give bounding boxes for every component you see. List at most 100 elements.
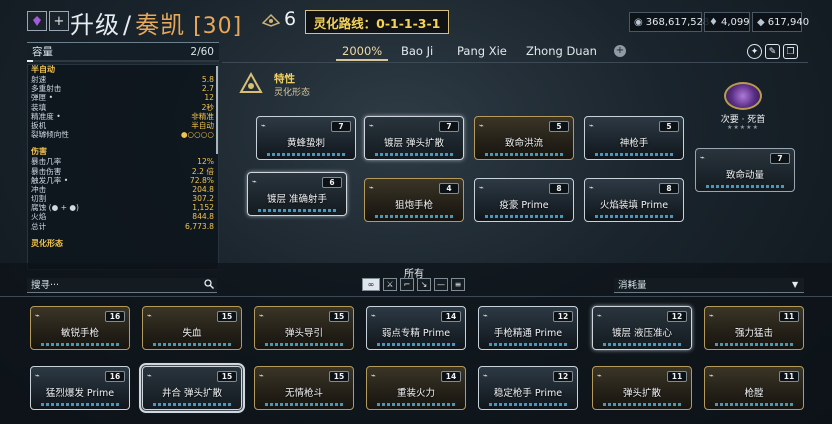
arcane-title: 特性 [274,73,295,85]
stat-label: 触发几率 • [31,175,69,185]
stat-value: 半自动 [191,120,214,130]
melee-filter-icon[interactable]: ⚔ [383,278,397,291]
mod-rank-dots [377,343,455,346]
mod-card[interactable]: ⌁ 15 井合 弹头扩散 [139,363,245,413]
mod-card[interactable]: ⌁ 4 狙炮手枪 [364,178,464,222]
tab-zhong-duan[interactable]: Zhong Duan [526,44,597,58]
polarity-icon: ⌁ [483,371,488,380]
mod-card[interactable]: ⌁ 8 疫豪 Prime [474,178,574,222]
stat-value: 12% [197,157,214,167]
stat-value: 72.8% [189,175,214,185]
stat-row: 裂罅倾向性 ●○○○○ [28,130,218,139]
search-icon[interactable] [204,279,214,292]
mod-card[interactable]: ⌁ 15 无情枪斗 [254,366,354,410]
capacity-bar-fill [27,60,34,62]
mod-name: 枪膛 [744,388,764,399]
polarity-icon: ⌁ [369,183,374,192]
stat-row: 腐蚀 (● + ●) 1,152 [28,203,218,212]
arcane-slot-icon[interactable] [236,70,266,100]
mod-card[interactable]: ⌁ 12 镀层 液压准心 [592,306,692,350]
polarity-icon: ⌁ [479,183,484,192]
edit-icon[interactable]: ✎ [765,44,780,59]
mod-rank-dots [595,215,673,218]
endo-value: 4,099 [720,16,750,28]
aura-slot-icon[interactable] [724,82,762,110]
mod-rank: 15 [217,311,237,322]
mod-rank: 16 [105,371,125,382]
collection-divider [0,296,832,297]
tab-bao-ji[interactable]: Bao Ji [401,44,433,58]
stat-value: 1,152 [192,203,214,213]
capacity-value: 2/60 [190,45,214,58]
mod-card[interactable]: ⌁ 11 强力猛击 [704,306,804,350]
mod-card[interactable]: ⌁ 15 失血 [142,306,242,350]
pistol-filter-icon[interactable]: ⌐ [400,278,414,291]
mod-card[interactable]: ⌁ 5 神枪手 [584,116,684,160]
tab-pang-xie[interactable]: Pang Xie [457,44,507,58]
mod-card[interactable]: ⌁ 7 黄蜂蛰刺 [256,116,356,160]
mod-card[interactable]: ⌁ 7 镀层 弹头扩散 [364,116,464,160]
polarity-icon: ⌁ [35,371,40,380]
mod-rank: 6 [322,177,342,188]
mod-search-input[interactable]: 搜寻··· [27,278,217,293]
mod-card[interactable]: ⌁ 7 致命动量 [695,148,795,192]
stats-scrollbar[interactable] [216,66,218,154]
mod-rank: 5 [659,121,679,132]
mod-name: 神枪手 [619,138,649,149]
stat-row: 触发几率 • 72.8% [28,176,218,185]
mod-rank: 15 [329,311,349,322]
stat-row: 暴击几率 12% [28,157,218,166]
mod-rank-dots [603,403,681,406]
stat-row: 多重射击 2.7 [28,84,218,93]
mod-rank-dots [375,215,453,218]
add-config-icon[interactable]: + [614,45,626,57]
stance-filter-icon[interactable]: ≡ [451,278,465,291]
mod-name: 敏锐手枪 [60,328,99,339]
mod-rank: 7 [439,121,459,132]
mod-rank: 15 [217,371,237,382]
mod-rank-dots [485,153,563,156]
mod-card[interactable]: ⌁ 14 重装火力 [366,366,466,410]
mod-card[interactable]: ⌁ 5 致命洪流 [474,116,574,160]
mod-rank: 8 [549,183,569,194]
mod-name: 火焰装填 Prime [599,200,669,211]
chevron-down-icon[interactable]: ▼ [792,280,798,289]
polarity-icon: ⌁ [147,311,152,320]
mod-card[interactable]: ⌁ 15 弹头导引 [254,306,354,350]
mod-name: 弹头扩散 [622,388,661,399]
arcane-helper-icon[interactable]: ✦ [747,44,762,59]
arcane-subtitle: 灵化形态 [274,88,311,98]
tab-2000[interactable]: 2000% [342,44,382,58]
mod-card[interactable]: ⌁ 11 枪膛 [704,366,804,410]
mod-card[interactable]: ⌁ 16 敏锐手枪 [30,306,130,350]
rifle-filter-icon[interactable]: ↘ [417,278,431,291]
mod-rank-dots [375,153,453,156]
stat-value: 844.8 [192,212,214,222]
polarity-icon: ⌁ [597,311,602,320]
copy-icon[interactable]: ❐ [783,44,798,59]
polarity-icon: ⌁ [252,177,257,186]
add-icon[interactable]: + [49,11,69,31]
mod-rank-dots [265,403,343,406]
mod-rank: 11 [779,311,799,322]
stat-label: 切割 [31,194,47,204]
mod-card[interactable]: ⌁ 12 手枪精通 Prime [478,306,578,350]
infinity-icon[interactable]: ∞ [362,278,380,291]
polarity-icon: ⌁ [597,371,602,380]
mod-card[interactable]: ⌁ 6 镀层 准确射手 [247,172,347,216]
stat-value: 2.7 [201,84,214,94]
mod-card[interactable]: ⌁ 14 弱点专精 Prime [366,306,466,350]
polarity-icon: ⌁ [369,121,374,130]
mod-card[interactable]: ⌁ 11 弹头扩散 [592,366,692,410]
stats-panel[interactable]: 半自动 射速 5.8 多重射击 2.7 弹匣 • 12 装填 2秒 精准度 • 非精准 扳机 半自动 裂罅… [27,64,219,270]
mod-card[interactable]: ⌁ 8 火焰装填 Prime [584,178,684,222]
stat-label: 装填 [31,102,47,112]
credits-display: ◉ 368,617,528 [629,12,709,32]
mod-card[interactable]: ⌁ 12 稳定枪手 Prime [478,366,578,410]
stats-section-title: 伤害 [31,147,47,157]
sort-select[interactable]: 消耗量 [614,278,804,293]
warframe-portrait-icon[interactable] [27,11,47,31]
mod-rank: 12 [553,371,573,382]
shotgun-filter-icon[interactable]: — [434,278,448,291]
mod-card[interactable]: ⌁ 16 猛烈爆发 Prime [30,366,130,410]
